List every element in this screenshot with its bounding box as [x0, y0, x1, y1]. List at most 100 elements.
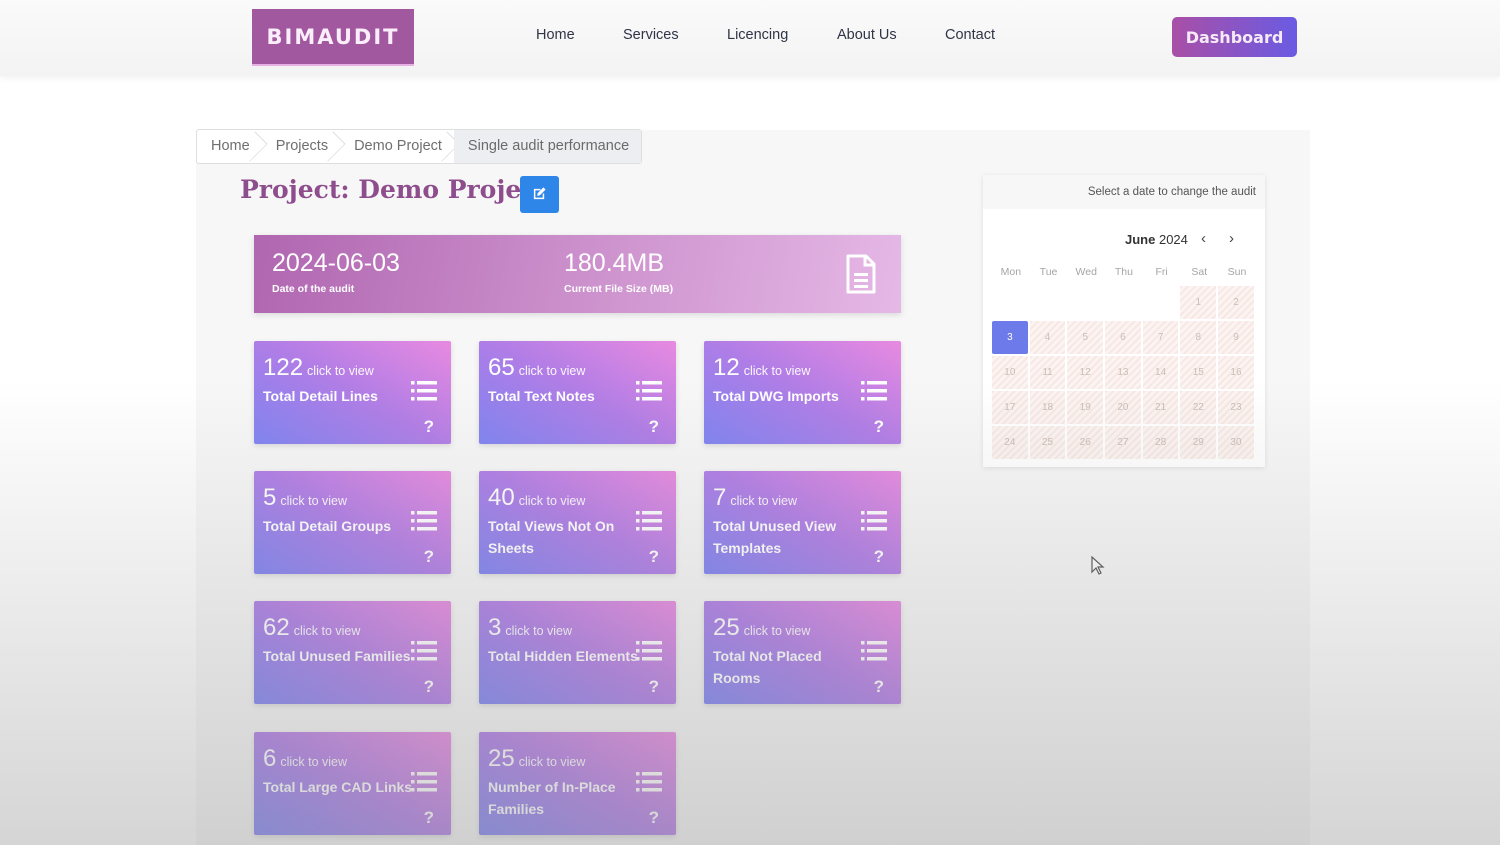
stat-title: Total Hidden Elements	[488, 648, 638, 664]
click-to-view-link[interactable]: click to view	[294, 624, 361, 638]
calendar-day-disabled: 1	[1180, 286, 1217, 319]
calendar-blank	[1105, 286, 1141, 319]
list-icon[interactable]	[636, 640, 662, 667]
help-icon[interactable]: ?	[649, 547, 659, 567]
help-icon[interactable]: ?	[649, 808, 659, 828]
logo[interactable]: BIMAUDIT	[252, 9, 414, 66]
stat-card[interactable]: 62 click to view Total Unused Families?	[254, 601, 451, 704]
list-icon[interactable]	[411, 640, 437, 667]
calendar-next-button[interactable]: ›	[1229, 230, 1234, 247]
stat-card[interactable]: 122 click to view Total Detail Lines?	[254, 341, 451, 444]
nav-licencing[interactable]: Licencing	[727, 27, 788, 43]
stat-card[interactable]: 12 click to view Total DWG Imports?	[704, 341, 901, 444]
nav-contact[interactable]: Contact	[945, 27, 995, 43]
stat-card[interactable]: 65 click to view Total Text Notes?	[479, 341, 676, 444]
click-to-view-link[interactable]: click to view	[744, 624, 811, 638]
weekday-label: Fri	[1155, 266, 1168, 278]
list-icon[interactable]	[636, 380, 662, 407]
stat-card[interactable]: 7 click to view Total Unused View Template…	[704, 471, 901, 574]
calendar-year: 2024	[1158, 232, 1188, 247]
calendar-day-disabled: 12	[1067, 356, 1104, 389]
help-icon[interactable]: ?	[874, 417, 884, 437]
calendar-day-disabled: 2	[1218, 286, 1254, 319]
dashboard-button[interactable]: Dashboard	[1172, 17, 1297, 57]
nav-about-us[interactable]: About Us	[837, 27, 897, 43]
help-icon[interactable]: ?	[424, 417, 434, 437]
stat-card[interactable]: 25 click to view Total Not Placed Rooms?	[704, 601, 901, 704]
calendar-day-disabled: 21	[1142, 391, 1179, 424]
help-icon[interactable]: ?	[424, 808, 434, 828]
list-icon[interactable]	[636, 771, 662, 798]
help-icon[interactable]: ?	[424, 547, 434, 567]
click-to-view-link[interactable]: click to view	[307, 364, 374, 378]
stat-number: 5	[263, 484, 277, 511]
click-to-view-link[interactable]: click to view	[519, 494, 586, 508]
edit-project-button[interactable]	[520, 176, 559, 213]
help-icon[interactable]: ?	[874, 547, 884, 567]
nav-services[interactable]: Services	[623, 27, 679, 43]
calendar-month-year: June 2024	[1125, 232, 1188, 247]
calendar-day-disabled: 29	[1180, 426, 1217, 459]
click-to-view-link[interactable]: click to view	[280, 755, 347, 769]
page-title: Project: Demo Project	[240, 175, 549, 204]
stat-card[interactable]: 5 click to view Total Detail Groups?	[254, 471, 451, 574]
help-icon[interactable]: ?	[424, 677, 434, 697]
edit-icon	[532, 186, 547, 204]
stat-title: Total Views Not On Sheets	[488, 518, 615, 556]
click-to-view-link[interactable]: click to view	[730, 494, 797, 508]
click-to-view-link[interactable]: click to view	[505, 624, 572, 638]
click-to-view-link[interactable]: click to view	[744, 364, 811, 378]
stat-number: 40	[488, 484, 515, 511]
breadcrumb-home[interactable]: Home	[197, 130, 262, 163]
stat-card[interactable]: 40 click to view Total Views Not On Sheets…	[479, 471, 676, 574]
breadcrumb-current: Single audit performance	[453, 130, 642, 163]
stat-card[interactable]: 3 click to view Total Hidden Elements?	[479, 601, 676, 704]
calendar-blank	[1067, 286, 1103, 319]
stat-value: 12 click to view	[713, 354, 810, 382]
calendar-day-disabled: 22	[1180, 391, 1217, 424]
calendar-day-disabled: 19	[1067, 391, 1104, 424]
stat-card[interactable]: 25 click to view Number of In-Place Famili…	[479, 732, 676, 835]
stat-number: 25	[488, 745, 515, 772]
nav-home[interactable]: Home	[536, 27, 575, 43]
calendar-day-disabled: 6	[1105, 321, 1141, 354]
stat-number: 3	[488, 614, 502, 641]
weekday-label: Thu	[1114, 266, 1133, 278]
click-to-view-link[interactable]: click to view	[280, 494, 347, 508]
help-icon[interactable]: ?	[649, 417, 659, 437]
stat-number: 122	[263, 354, 304, 381]
calendar-day-disabled: 13	[1105, 356, 1141, 389]
calendar-day-disabled: 27	[1105, 426, 1141, 459]
stat-number: 65	[488, 354, 515, 381]
calendar-day-disabled: 10	[992, 356, 1028, 389]
stat-title: Total Large CAD Links	[263, 779, 413, 795]
list-icon[interactable]	[411, 380, 437, 407]
weekday-label: Wed	[1075, 266, 1097, 278]
list-icon[interactable]	[636, 510, 662, 537]
list-icon[interactable]	[861, 380, 887, 407]
calendar-weekdays: Mon Tue Wed Thu Fri Sat Sun	[992, 266, 1256, 278]
calendar-prev-button[interactable]: ‹	[1201, 230, 1206, 247]
help-icon[interactable]: ?	[649, 677, 659, 697]
breadcrumb-demo-project[interactable]: Demo Project	[340, 130, 454, 163]
calendar-day-disabled: 17	[992, 391, 1028, 424]
click-to-view-link[interactable]: click to view	[519, 364, 586, 378]
calendar-day-disabled: 8	[1180, 321, 1217, 354]
stat-card[interactable]: 6 click to view Total Large CAD Links?	[254, 732, 451, 835]
calendar-day-selected[interactable]: 3	[992, 321, 1028, 354]
weekday-label: Tue	[1039, 266, 1058, 278]
stat-number: 6	[263, 745, 277, 772]
breadcrumb-projects[interactable]: Projects	[262, 130, 340, 163]
stat-value: 62 click to view	[263, 614, 360, 642]
list-icon[interactable]	[411, 771, 437, 798]
help-icon[interactable]: ?	[874, 677, 884, 697]
list-icon[interactable]	[861, 640, 887, 667]
stat-value: 122 click to view	[263, 354, 374, 382]
audit-summary-banner: 2024-06-03 Date of the audit 180.4MB Cur…	[254, 235, 901, 313]
stat-value: 25 click to view	[488, 745, 585, 773]
list-icon[interactable]	[411, 510, 437, 537]
list-icon[interactable]	[861, 510, 887, 537]
file-size-label: Current File Size (MB)	[564, 283, 674, 295]
calendar-day-disabled: 4	[1029, 321, 1066, 354]
click-to-view-link[interactable]: click to view	[519, 755, 586, 769]
